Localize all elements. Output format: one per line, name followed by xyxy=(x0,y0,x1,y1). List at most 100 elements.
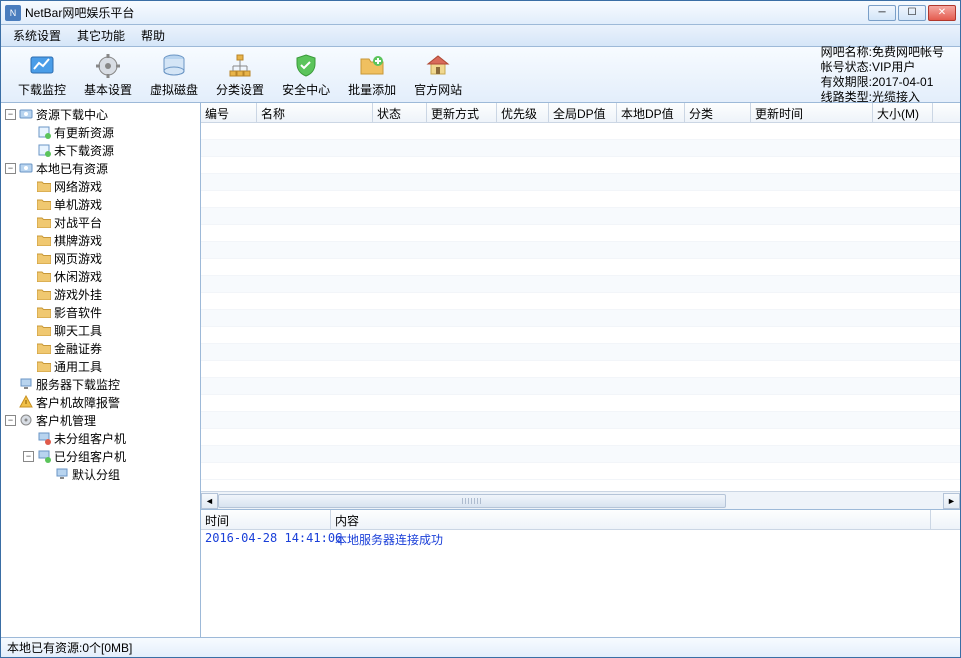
tree-node-label: 通用工具 xyxy=(54,358,102,375)
tree-node-label: 网络游戏 xyxy=(54,178,102,195)
column-header[interactable]: 大小(M) xyxy=(873,103,933,122)
tree-node[interactable]: 默认分组 xyxy=(1,465,200,483)
table-row xyxy=(201,225,960,242)
tree-node[interactable]: 游戏外挂 xyxy=(1,285,200,303)
basic-settings-button[interactable]: 基本设置 xyxy=(75,49,141,101)
download-monitor-button[interactable]: 下载监控 xyxy=(9,49,75,101)
tree-node[interactable]: 未分组客户机 xyxy=(1,429,200,447)
collapse-icon[interactable]: − xyxy=(5,109,16,120)
column-header[interactable]: 全局DP值 xyxy=(549,103,617,122)
minimize-button[interactable]: ─ xyxy=(868,5,896,21)
log-column-header[interactable]: 内容 xyxy=(331,510,931,529)
table-row xyxy=(201,157,960,174)
tree-node-label: 已分组客户机 xyxy=(54,448,126,465)
scroll-left-button[interactable]: ◄ xyxy=(201,493,218,509)
tree-node[interactable]: 聊天工具 xyxy=(1,321,200,339)
computer-grouped-icon xyxy=(36,448,52,464)
tree-node[interactable]: 金融证券 xyxy=(1,339,200,357)
menu-system-settings[interactable]: 系统设置 xyxy=(5,25,69,46)
info-name-label: 网吧名称: xyxy=(821,45,872,59)
table-row xyxy=(201,327,960,344)
tree-node[interactable]: 棋牌游戏 xyxy=(1,231,200,249)
table-row xyxy=(201,446,960,463)
category-settings-button[interactable]: 分类设置 xyxy=(207,49,273,101)
tree-node-label: 对战平台 xyxy=(54,214,102,231)
menu-help[interactable]: 帮助 xyxy=(133,25,173,46)
maximize-button[interactable]: ☐ xyxy=(898,5,926,21)
table-row xyxy=(201,412,960,429)
tree-node[interactable]: 通用工具 xyxy=(1,357,200,375)
column-header[interactable]: 更新方式 xyxy=(427,103,497,122)
titlebar[interactable]: N NetBar网吧娱乐平台 ─ ☐ ✕ xyxy=(1,1,960,25)
collapse-icon[interactable]: − xyxy=(5,163,16,174)
virtual-disk-button[interactable]: 虚拟磁盘 xyxy=(141,49,207,101)
tree-node-label: 资源下载中心 xyxy=(36,106,108,123)
column-header[interactable]: 本地DP值 xyxy=(617,103,685,122)
tree-node[interactable]: 有更新资源 xyxy=(1,123,200,141)
info-status-label: 帐号状态: xyxy=(821,60,872,74)
home-icon xyxy=(424,52,452,80)
tree-icon xyxy=(226,52,254,80)
official-site-button[interactable]: 官方网站 xyxy=(405,49,471,101)
table-row xyxy=(201,344,960,361)
tree-node[interactable]: 影音软件 xyxy=(1,303,200,321)
scroll-thumb[interactable] xyxy=(218,494,726,508)
tree-node[interactable]: 未下载资源 xyxy=(1,141,200,159)
collapse-icon[interactable]: − xyxy=(23,451,34,462)
resource-table-body[interactable] xyxy=(201,123,960,491)
gear-icon xyxy=(18,412,34,428)
column-header[interactable]: 状态 xyxy=(373,103,427,122)
tree-node-label: 服务器下载监控 xyxy=(36,376,120,393)
log-column-header[interactable]: 时间 xyxy=(201,510,331,529)
menu-other-functions[interactable]: 其它功能 xyxy=(69,25,133,46)
column-header[interactable]: 分类 xyxy=(685,103,751,122)
tree-node-label: 单机游戏 xyxy=(54,196,102,213)
security-center-button[interactable]: 安全中心 xyxy=(273,49,339,101)
shield-icon xyxy=(292,52,320,80)
tree-node[interactable]: 网络游戏 xyxy=(1,177,200,195)
navigation-tree[interactable]: − 资源下载中心有更新资源未下载资源−本地已有资源网络游戏单机游戏对战平台棋牌游戏… xyxy=(1,103,201,637)
tree-node[interactable]: − 客户机管理 xyxy=(1,411,200,429)
log-row[interactable]: 2016-04-28 14:41:06本地服务器连接成功 xyxy=(201,530,960,547)
chart-icon xyxy=(28,52,56,80)
tree-node[interactable]: 休闲游戏 xyxy=(1,267,200,285)
column-header[interactable]: 名称 xyxy=(257,103,373,122)
tree-node-label: 棋牌游戏 xyxy=(54,232,102,249)
tree-node-label: 影音软件 xyxy=(54,304,102,321)
table-row xyxy=(201,310,960,327)
app-icon: N xyxy=(5,5,21,21)
tree-node[interactable]: −本地已有资源 xyxy=(1,159,200,177)
column-header[interactable]: 优先级 xyxy=(497,103,549,122)
tree-node-label: 游戏外挂 xyxy=(54,286,102,303)
tool-label: 安全中心 xyxy=(282,81,330,98)
table-row xyxy=(201,174,960,191)
batch-add-button[interactable]: 批量添加 xyxy=(339,49,405,101)
tree-node-label: 客户机管理 xyxy=(36,412,96,429)
tree-node[interactable]: 对战平台 xyxy=(1,213,200,231)
tree-node[interactable]: 服务器下载监控 xyxy=(1,375,200,393)
folder-icon xyxy=(36,214,52,230)
table-row xyxy=(201,378,960,395)
scroll-track[interactable] xyxy=(218,493,943,509)
tree-node[interactable]: − 已分组客户机 xyxy=(1,447,200,465)
column-header[interactable]: 编号 xyxy=(201,103,257,122)
scroll-right-button[interactable]: ► xyxy=(943,493,960,509)
tree-node[interactable]: − 资源下载中心 xyxy=(1,105,200,123)
table-row xyxy=(201,293,960,310)
tree-node[interactable]: 单机游戏 xyxy=(1,195,200,213)
collapse-icon[interactable]: − xyxy=(5,415,16,426)
gear-icon xyxy=(94,52,122,80)
table-row xyxy=(201,463,960,480)
tree-node[interactable]: 客户机故障报警 xyxy=(1,393,200,411)
log-table-body[interactable]: 2016-04-28 14:41:06本地服务器连接成功 xyxy=(201,530,960,637)
folder-icon xyxy=(36,196,52,212)
table-row xyxy=(201,208,960,225)
folder-icon xyxy=(36,178,52,194)
column-header[interactable]: 更新时间 xyxy=(751,103,873,122)
tree-node[interactable]: 网页游戏 xyxy=(1,249,200,267)
table-row xyxy=(201,123,960,140)
horizontal-scrollbar[interactable]: ◄ ► xyxy=(201,491,960,509)
folder-icon xyxy=(36,340,52,356)
window-title: NetBar网吧娱乐平台 xyxy=(25,4,868,21)
close-button[interactable]: ✕ xyxy=(928,5,956,21)
